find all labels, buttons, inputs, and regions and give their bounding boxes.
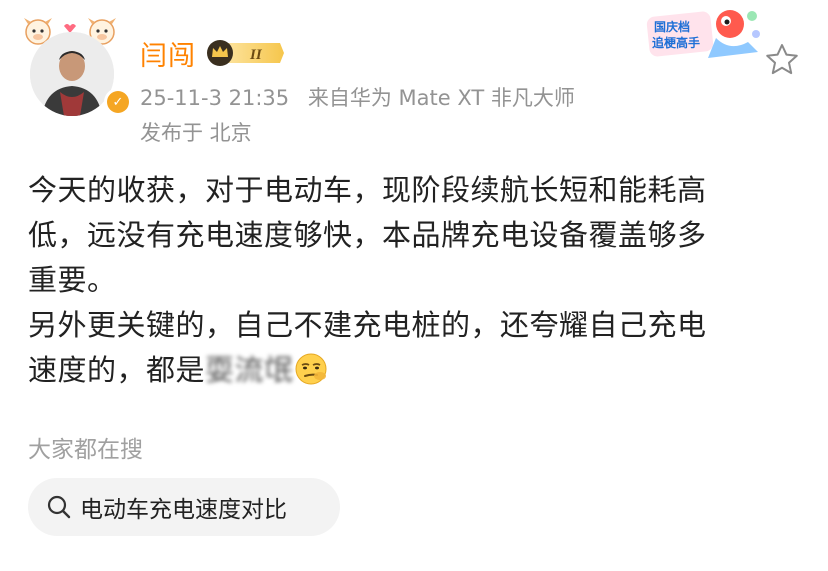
post-timestamp: 25-11-3 21:35 xyxy=(140,86,290,110)
post-line: 今天的收获，对于电动车，现阶段续航长短和能耗高 xyxy=(28,173,707,207)
holiday-sticker-icon: 国庆档 追梗高手 xyxy=(646,10,760,58)
verified-v-icon: ✓ xyxy=(107,91,129,113)
hot-search-label: 大家都在搜 xyxy=(28,437,143,463)
post-line-last: 速度的，都是耍流氓 xyxy=(28,348,808,393)
crown-icon: II xyxy=(207,40,284,66)
sticker-line1: 国庆档 xyxy=(654,19,690,34)
hot-search-query: 电动车充电速度对比 xyxy=(80,497,287,523)
weibo-post: ✓ 闫闯 II 25-11-3 21:35 来自华为 Mate XT 非凡大师 … xyxy=(0,0,828,571)
post-location: 发布于 北京 xyxy=(140,121,252,145)
author-name[interactable]: 闫闯 xyxy=(140,34,196,73)
level-text: II xyxy=(249,47,263,63)
search-icon xyxy=(47,495,71,519)
membership-level-badge[interactable]: II xyxy=(204,38,286,68)
sticker-line2: 追梗高手 xyxy=(652,35,700,50)
post-source: 来自华为 Mate XT 非凡大师 xyxy=(307,86,575,110)
post-line-prefix: 速度的，都是 xyxy=(28,353,206,387)
censored-text: 耍流氓 xyxy=(205,353,294,387)
post-line: 重要。 xyxy=(28,263,117,297)
post-line: 另外更关键的，自己不建充电桩的，还夸耀自己充电 xyxy=(28,308,707,342)
author-row: 闫闯 II xyxy=(140,34,286,73)
post-content: 今天的收获，对于电动车，现阶段续航长短和能耗高 低，远没有充电速度够快，本品牌充… xyxy=(28,168,808,393)
post-meta: 25-11-3 21:35 来自华为 Mate XT 非凡大师 xyxy=(140,82,575,112)
post-line: 低，远没有充电速度够快，本品牌充电设备覆盖够多 xyxy=(28,218,707,252)
avatar-container[interactable]: ✓ xyxy=(20,12,132,116)
hot-search-chip[interactable]: 电动车充电速度对比 xyxy=(28,478,340,536)
verified-badge: ✓ xyxy=(104,88,132,116)
favorite-star-icon[interactable] xyxy=(764,42,800,78)
smirk-emoji-icon xyxy=(295,353,327,385)
avatar-photo xyxy=(30,32,114,116)
avatar[interactable] xyxy=(30,32,114,116)
